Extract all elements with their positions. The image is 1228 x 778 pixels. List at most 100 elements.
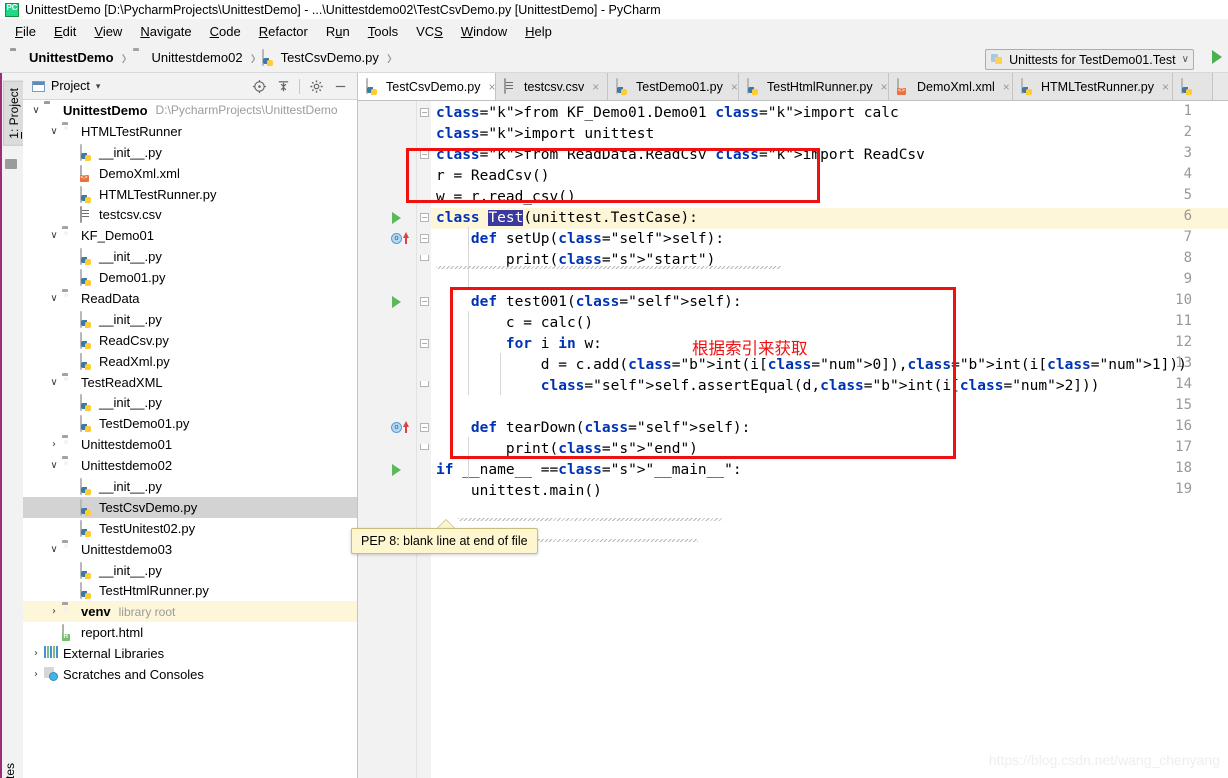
tree-row-readdata[interactable]: ∨ ReadData	[23, 288, 357, 309]
chevron-down-icon[interactable]: ∨	[47, 544, 61, 555]
close-icon[interactable]: ×	[1003, 80, 1010, 94]
run-configuration-selector[interactable]: Unittests for TestDemo01.Test ∨	[985, 49, 1194, 70]
external-libraries-icon	[44, 646, 59, 661]
chevron-right-icon[interactable]: ›	[47, 606, 61, 617]
run-gutter-icon[interactable]	[392, 296, 401, 308]
tree-row--init-py[interactable]: __init__.py	[23, 309, 357, 330]
menu-file[interactable]: File	[6, 22, 45, 41]
tree-row-readxml-py[interactable]: ReadXml.py	[23, 351, 357, 372]
breadcrumb-item-package[interactable]: Unittestdemo02	[133, 50, 243, 65]
chevron-down-icon[interactable]: ∨	[47, 460, 61, 471]
editor-fold-gutter[interactable]	[417, 101, 431, 778]
editor-tab-more[interactable]	[1173, 73, 1213, 100]
close-icon[interactable]: ×	[731, 80, 738, 94]
menu-help[interactable]: Help	[516, 22, 561, 41]
tree-row-testunitest02-py[interactable]: TestUnitest02.py	[23, 518, 357, 539]
fold-toggle-icon[interactable]: −	[420, 423, 429, 432]
tree-row--init-py[interactable]: __init__.py	[23, 246, 357, 267]
tree-row-kf-demo01[interactable]: ∨ KF_Demo01	[23, 225, 357, 246]
menu-code[interactable]: Code	[201, 22, 250, 41]
breadcrumb-item-project[interactable]: UnittestDemo	[10, 50, 114, 65]
chevron-down-icon[interactable]: ∨	[47, 126, 61, 137]
chevron-right-icon[interactable]: ›	[29, 669, 43, 680]
hide-icon[interactable]	[329, 75, 351, 97]
tree-row-testreadxml[interactable]: ∨ TestReadXML	[23, 372, 357, 393]
editor-tab-testcsv-csv[interactable]: testcsv.csv ×	[496, 73, 608, 100]
tree-row-testhtmlrunner-py[interactable]: TestHtmlRunner.py	[23, 580, 357, 601]
tree-row-testcsv-csv[interactable]: testcsv.csv	[23, 204, 357, 225]
run-gutter-icon[interactable]	[392, 464, 401, 476]
chevron-down-icon[interactable]: ∨	[47, 293, 61, 304]
chevron-right-icon[interactable]: ›	[29, 648, 43, 659]
menu-view[interactable]: View	[85, 22, 131, 41]
line-number: 4	[1183, 166, 1192, 182]
menu-run[interactable]: Run	[317, 22, 359, 41]
editor-gutter[interactable]	[358, 101, 417, 778]
tree-row--init-py[interactable]: __init__.py	[23, 476, 357, 497]
locate-icon[interactable]	[248, 75, 270, 97]
fold-end-icon[interactable]	[420, 255, 429, 261]
annotation-note-chinese: 根据索引来获取	[692, 339, 808, 358]
editor-tab-demoxml-xml[interactable]: DemoXml.xml ×	[889, 73, 1013, 100]
project-view-chevron-icon[interactable]: ▾	[96, 81, 101, 92]
override-gutter-icon[interactable]: o	[391, 422, 402, 433]
tree-row--init-py[interactable]: __init__.py	[23, 392, 357, 413]
fold-toggle-icon[interactable]: −	[420, 297, 429, 306]
editor-tab-htmltestrunner-py[interactable]: HTMLTestRunner.py ×	[1013, 73, 1173, 100]
tree-row-external-libraries[interactable]: › External Libraries	[23, 643, 357, 664]
tool-window-button-favorites[interactable]: rites	[3, 763, 17, 778]
tree-row-demo01-py[interactable]: Demo01.py	[23, 267, 357, 288]
chevron-down-icon[interactable]: ∨	[47, 230, 61, 241]
editor-tab-bar[interactable]: TestCsvDemo.py × testcsv.csv × TestDemo01.py…	[358, 73, 1228, 101]
editor-tab-testdemo01-py[interactable]: TestDemo01.py ×	[608, 73, 739, 100]
code-editor[interactable]: 1−2 3−4 5 6−7 o −8 9 10−11 12−13 14 15 16 o −17 18 19 c…	[358, 101, 1228, 778]
menu-tools[interactable]: Tools	[359, 22, 407, 41]
editor-tab-testhtmlrunner-py[interactable]: TestHtmlRunner.py ×	[739, 73, 889, 100]
editor-tab-testcsvdemo-py[interactable]: TestCsvDemo.py ×	[358, 73, 496, 100]
fold-toggle-icon[interactable]: −	[420, 108, 429, 117]
chevron-down-icon[interactable]: ∨	[29, 105, 43, 116]
close-icon[interactable]: ×	[592, 80, 599, 94]
tree-row-htmltestrunner[interactable]: ∨ HTMLTestRunner	[23, 121, 357, 142]
menu-refactor[interactable]: Refactor	[250, 22, 317, 41]
run-gutter-icon[interactable]	[392, 212, 401, 224]
tree-row--init-py[interactable]: __init__.py	[23, 142, 357, 163]
fold-end-icon[interactable]	[420, 381, 429, 387]
gear-icon[interactable]	[305, 75, 327, 97]
fold-toggle-icon[interactable]: −	[420, 150, 429, 159]
tree-row--init-py[interactable]: __init__.py	[23, 560, 357, 581]
menu-window[interactable]: Window	[452, 22, 516, 41]
menu-navigate[interactable]: Navigate	[131, 22, 200, 41]
tree-row-unittestdemo[interactable]: ∨ UnittestDemo D:\PycharmProjects\Unittest…	[23, 100, 357, 121]
tool-window-button-project[interactable]: 1: Project	[3, 81, 25, 146]
fold-toggle-icon[interactable]: −	[420, 213, 429, 222]
menu-vcs[interactable]: VCS	[407, 22, 452, 41]
fold-end-icon[interactable]	[420, 444, 429, 450]
menu-edit[interactable]: Edit	[45, 22, 85, 41]
tree-row-testdemo01-py[interactable]: TestDemo01.py	[23, 413, 357, 434]
close-icon[interactable]: ×	[488, 80, 495, 94]
run-button[interactable]	[1212, 50, 1222, 64]
fold-toggle-icon[interactable]: −	[420, 339, 429, 348]
project-tree[interactable]: ∨ UnittestDemo D:\PycharmProjects\Unittest…	[23, 100, 357, 778]
tree-row-scratches-and-consoles[interactable]: › Scratches and Consoles	[23, 664, 357, 685]
tree-row-report-html[interactable]: report.html	[23, 622, 357, 643]
tree-row-demoxml-xml[interactable]: DemoXml.xml	[23, 163, 357, 184]
tree-row-htmltestrunner-py[interactable]: HTMLTestRunner.py	[23, 184, 357, 205]
breadcrumb-label-2: TestCsvDemo.py	[280, 50, 379, 65]
breadcrumb-item-file[interactable]: TestCsvDemo.py	[261, 49, 379, 66]
collapse-all-icon[interactable]	[272, 75, 294, 97]
override-gutter-icon[interactable]: o	[391, 233, 402, 244]
tree-row-testcsvdemo-py[interactable]: TestCsvDemo.py	[23, 496, 357, 518]
tree-row-unittestdemo03[interactable]: ∨ Unittestdemo03	[23, 539, 357, 560]
fold-toggle-icon[interactable]: −	[420, 234, 429, 243]
tree-row-unittestdemo02[interactable]: ∨ Unittestdemo02	[23, 455, 357, 476]
close-icon[interactable]: ×	[881, 80, 888, 94]
tree-row-readcsv-py[interactable]: ReadCsv.py	[23, 330, 357, 351]
tree-row-unittestdemo01[interactable]: › Unittestdemo01	[23, 434, 357, 455]
menu-edit-rest: dit	[62, 23, 77, 39]
close-icon[interactable]: ×	[1162, 80, 1169, 94]
chevron-down-icon[interactable]: ∨	[47, 377, 61, 388]
tree-row-venv[interactable]: › venv library root	[23, 601, 357, 623]
chevron-right-icon[interactable]: ›	[47, 439, 61, 450]
